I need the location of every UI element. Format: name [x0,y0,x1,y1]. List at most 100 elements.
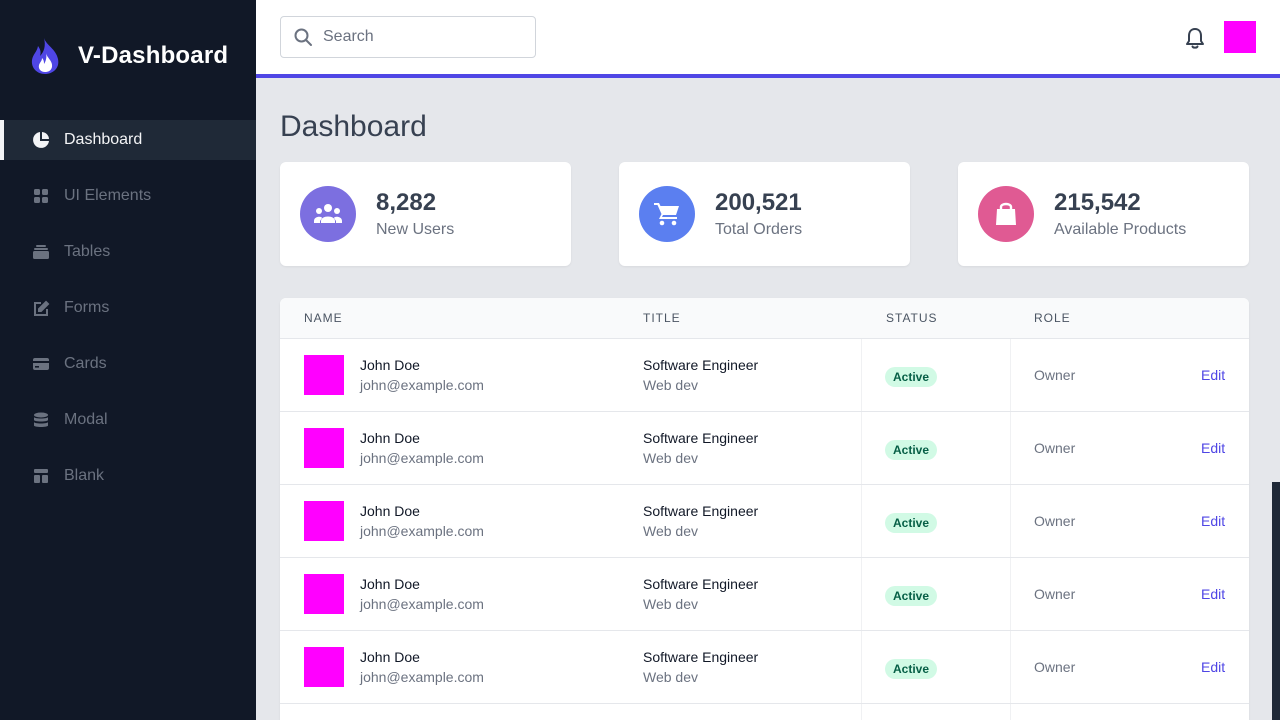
bell-icon[interactable] [1184,26,1206,50]
edit-link[interactable]: Edit [1201,513,1225,529]
sidebar: V-Dashboard Dashboard UI Elements Tables… [0,0,256,720]
sidebar-item-ui-elements[interactable]: UI Elements [0,176,256,216]
sidebar-item-cards[interactable]: Cards [0,344,256,384]
shopping-bag-icon [996,202,1016,225]
user-email: john@example.com [360,596,484,612]
column-header-status: STATUS [886,311,938,325]
job-title: Software Engineer [643,503,759,519]
brand[interactable]: V-Dashboard [30,36,228,76]
status-badge: Active [885,659,938,679]
table-row: John Doe john@example.com Software Engin… [280,558,1249,631]
job-title: Software Engineer [643,649,759,665]
status-badge: Active [885,367,938,387]
stat-card-available-products: 215,542 Available Products [958,162,1249,266]
table-header: NAME TITLE STATUS ROLE [280,298,1249,339]
status-badge: Active [885,440,938,460]
avatar [304,355,344,395]
user-name: John Doe [360,503,420,519]
job-title: Software Engineer [643,430,759,446]
user-email: john@example.com [360,377,484,393]
search-icon [294,28,312,46]
stack-icon [32,243,50,261]
stat-value: 200,521 [715,189,802,216]
avatar [304,574,344,614]
edit-link[interactable]: Edit [1201,586,1225,602]
search-box[interactable] [280,16,536,58]
avatar [304,501,344,541]
user-name: John Doe [360,357,420,373]
sidebar-nav: Dashboard UI Elements Tables Forms Cards [0,120,256,512]
status-badge: Active [885,586,938,606]
department: Web dev [643,450,698,466]
sidebar-item-modal[interactable]: Modal [0,400,256,440]
department: Web dev [643,669,698,685]
sidebar-item-label: Forms [64,299,110,316]
user-email: john@example.com [360,450,484,466]
sidebar-item-label: Blank [64,467,105,484]
job-title: Software Engineer [643,357,759,373]
sidebar-item-label: UI Elements [64,187,152,204]
table-row: John Doe john@example.com Software Engin… [280,485,1249,558]
scrollbar-thumb[interactable] [1272,482,1280,720]
stat-icon-circle [978,186,1034,242]
table-row: John Doe john@example.com Software Engin… [280,339,1249,412]
pie-chart-icon [32,131,50,149]
edit-link[interactable]: Edit [1201,440,1225,456]
search-input[interactable] [323,28,513,46]
sidebar-item-label: Cards [64,355,107,372]
status-badge: Active [885,513,938,533]
credit-card-icon [32,355,50,373]
brand-title: V-Dashboard [78,42,229,69]
stat-label: Total Orders [715,221,803,238]
grid-icon [32,187,50,205]
stat-card-total-orders: 200,521 Total Orders [619,162,910,266]
department: Web dev [643,523,698,539]
user-role: Owner [1034,513,1076,529]
user-avatar[interactable] [1224,21,1256,53]
stat-value: 8,282 [376,189,437,216]
column-header-role: ROLE [1034,311,1071,325]
sidebar-item-blank[interactable]: Blank [0,456,256,496]
sidebar-item-tables[interactable]: Tables [0,232,256,272]
table-row: John Doe john@example.com Software Engin… [280,631,1249,704]
user-role: Owner [1034,659,1076,675]
sidebar-item-label: Modal [64,411,108,428]
avatar [304,647,344,687]
stat-card-new-users: 8,282 New Users [280,162,571,266]
department: Web dev [643,596,698,612]
column-header-name: NAME [304,311,343,325]
table-row: John Doe john@example.com Software Engin… [280,412,1249,485]
user-email: john@example.com [360,669,484,685]
stat-value: 215,542 [1054,189,1141,216]
stat-label: New Users [376,221,455,238]
user-role: Owner [1034,367,1076,383]
database-icon [32,411,50,429]
stat-icon-circle [300,186,356,242]
layout-icon [32,467,50,485]
user-email: john@example.com [360,523,484,539]
user-role: Owner [1034,440,1076,456]
stat-icon-circle [639,186,695,242]
sidebar-item-dashboard[interactable]: Dashboard [0,120,256,160]
avatar [304,428,344,468]
users-icon [314,204,342,223]
department: Web dev [643,377,698,393]
page-title: Dashboard [280,110,427,143]
flame-logo-icon [31,38,59,74]
stat-label: Available Products [1054,221,1187,238]
job-title: Software Engineer [643,576,759,592]
users-table: NAME TITLE STATUS ROLE John Doe john@exa… [280,298,1249,720]
edit-link[interactable]: Edit [1201,367,1225,383]
sidebar-item-forms[interactable]: Forms [0,288,256,328]
user-name: John Doe [360,430,420,446]
edit-link[interactable]: Edit [1201,659,1225,675]
user-name: John Doe [360,649,420,665]
user-role: Owner [1034,586,1076,602]
sidebar-item-label: Dashboard [64,131,143,148]
edit-icon [32,299,50,317]
cart-icon [654,203,679,226]
top-header [256,0,1280,78]
user-name: John Doe [360,576,420,592]
sidebar-item-label: Tables [64,243,111,260]
column-header-title: TITLE [643,311,681,325]
